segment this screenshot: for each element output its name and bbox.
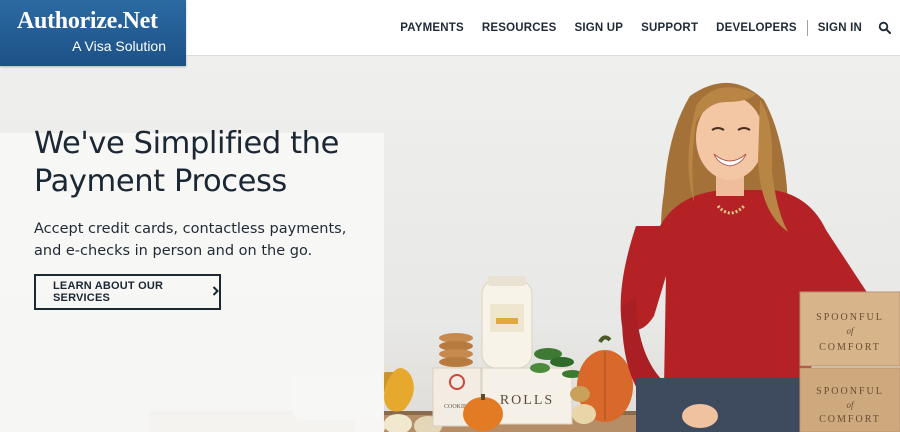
hero-title: We've Simplified the Payment Process [34, 126, 339, 199]
hero-subtitle: Accept credit cards, contactless payment… [34, 221, 347, 259]
box-label-4: SPOONFUL [816, 386, 884, 397]
learn-services-button[interactable]: LEARN ABOUT OUR SERVICES [34, 274, 221, 310]
brand-name: Authorize.Net [17, 8, 158, 34]
rolls-label: ROLLS [500, 393, 554, 408]
box-label-6: COMFORT [819, 414, 881, 425]
main-nav: PAYMENTS RESOURCES SIGN UP SUPPORT DEVEL… [382, 0, 892, 56]
nav-support[interactable]: SUPPORT [641, 22, 698, 34]
cookie-stack [439, 333, 473, 367]
spoonful-comfort-boxes: SPOONFUL of COMFORT SPOONFUL of COMFORT [799, 291, 900, 432]
nav-sign-up[interactable]: SIGN UP [574, 22, 623, 34]
chevron-right-icon [212, 283, 219, 301]
cta-label: LEARN ABOUT OUR SERVICES [53, 280, 164, 304]
nav-sign-in[interactable]: SIGN IN [818, 22, 862, 34]
box-label-3: COMFORT [819, 342, 881, 353]
nav-developers[interactable]: DEVELOPERS [716, 22, 797, 34]
brand-logo[interactable]: Authorize.Net A Visa Solution [0, 0, 186, 66]
search-icon[interactable] [878, 21, 892, 35]
box-label-1: SPOONFUL [816, 312, 884, 323]
glass-jar [481, 276, 533, 369]
nav-resources[interactable]: RESOURCES [482, 22, 557, 34]
large-pumpkin [570, 335, 633, 424]
brand-tagline: A Visa Solution [72, 38, 166, 54]
nav-divider [806, 20, 808, 36]
nav-payments[interactable]: PAYMENTS [400, 22, 464, 34]
